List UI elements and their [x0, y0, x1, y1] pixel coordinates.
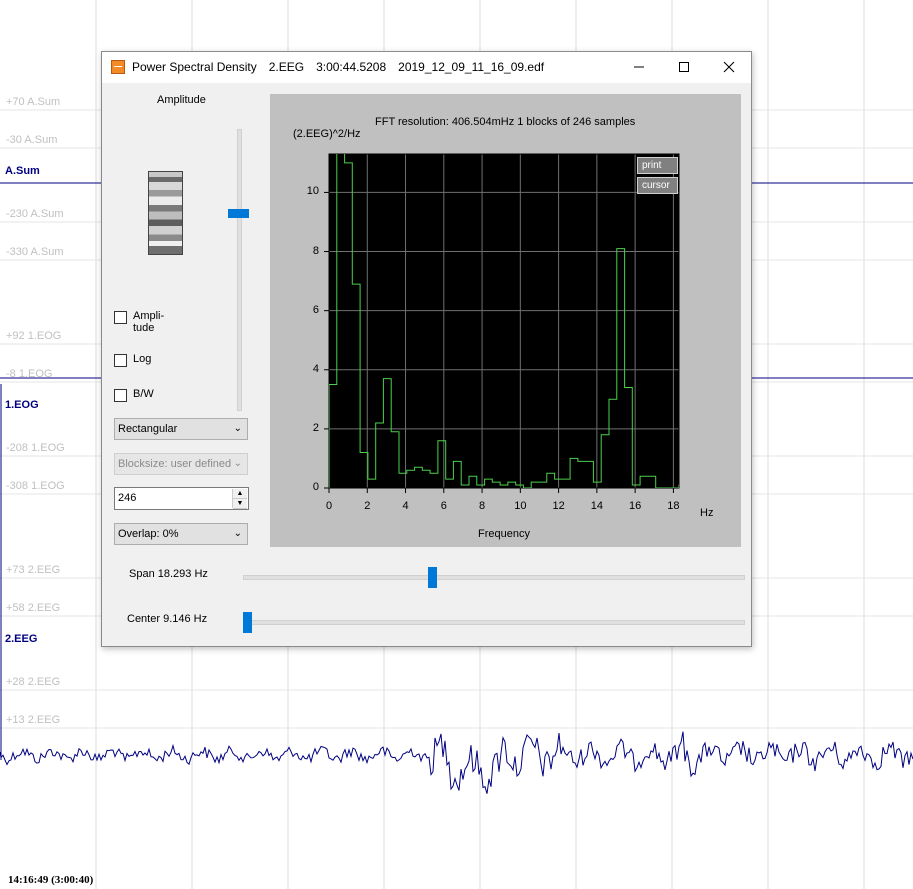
amplitude-slider-track[interactable] — [237, 129, 242, 411]
minimize-icon — [633, 66, 644, 68]
plot-area — [329, 154, 679, 488]
chevron-down-icon: ⌄ — [233, 458, 242, 469]
channel-scale-label: -8 1.EOG — [6, 368, 53, 380]
title-time: 3:00:44.5208 — [316, 60, 387, 74]
window-function-select[interactable]: Rectangular ⌄ — [114, 418, 248, 440]
spin-buttons[interactable]: ▲ ▼ — [232, 489, 247, 509]
x-tick-label: 18 — [667, 500, 680, 512]
window-title: Power Spectral Density 2.EEG 3:00:44.5208 2… — [132, 60, 556, 74]
y-tick-label: 8 — [312, 244, 319, 257]
x-tick-label: 10 — [514, 500, 527, 512]
channel-scale-label: +13 2.EEG — [6, 714, 61, 726]
amplitude-checkbox-row[interactable]: Ampli- tude — [114, 310, 164, 334]
span-label: Span 18.293 Hz — [129, 568, 208, 580]
overlap-value: Overlap: 0% — [118, 528, 179, 540]
channel-scale-label: +73 2.EEG — [6, 564, 61, 576]
x-tick-label: 8 — [479, 500, 486, 512]
channel-name: 2.EEG — [5, 633, 38, 645]
channel-name: 1.EOG — [5, 399, 39, 411]
print-button[interactable]: print — [637, 157, 678, 174]
x-tick-label: 2 — [364, 500, 371, 512]
blocksize-spinbox-value: 246 — [118, 492, 137, 504]
x-tick-label: 0 — [325, 500, 333, 512]
x-tick-label: 4 — [402, 500, 409, 512]
channel-scale-label: -330 A.Sum — [6, 246, 64, 258]
channel-scale-label: +58 2.EEG — [6, 602, 61, 614]
title-file: 2019_12_09_11_16_09.edf — [398, 60, 545, 74]
psd-window: Power Spectral Density 2.EEG 3:00:44.5208 2… — [101, 51, 752, 647]
channel-scale-label: +28 2.EEG — [6, 676, 61, 688]
channel-scale-label: +70 A.Sum — [6, 96, 61, 108]
channel-name: A.Sum — [5, 165, 40, 177]
log-checkbox-label: Log — [133, 353, 152, 365]
chevron-down-icon: ⌄ — [233, 528, 242, 539]
y-tick-label: 0 — [312, 481, 319, 493]
channel-scale-label: -308 1.EOG — [6, 480, 65, 492]
y-tick-label: 4 — [312, 362, 319, 375]
maximize-button[interactable] — [661, 52, 706, 82]
close-icon — [723, 61, 734, 73]
y-tick-label: 10 — [306, 185, 319, 198]
x-tick-label: 16 — [629, 500, 642, 512]
amplitude-checkbox-label: Ampli- tude — [133, 310, 165, 334]
amplitude-checkbox[interactable] — [114, 311, 127, 324]
center-slider-thumb[interactable] — [243, 612, 252, 633]
title-bar[interactable]: Power Spectral Density 2.EEG 3:00:44.5208 2… — [102, 52, 751, 83]
spin-up-icon[interactable]: ▲ — [233, 489, 247, 499]
channel-scale-label: -30 A.Sum — [6, 134, 58, 146]
psd-plot-panel: FFT resolution: 406.504mHz 1 blocks of 2… — [270, 94, 741, 547]
blocksize-value: Blocksize: user defined — [118, 458, 232, 470]
y-tick-label: 6 — [312, 303, 319, 316]
app-icon — [111, 60, 125, 74]
span-slider-thumb[interactable] — [428, 567, 437, 588]
blocksize-spinbox[interactable]: 246 ▲ ▼ — [114, 487, 249, 510]
y-tick-label: 2 — [312, 421, 319, 434]
title-channel: 2.EEG — [268, 60, 305, 74]
window-function-value: Rectangular — [118, 423, 178, 435]
amplitude-graphic — [148, 171, 183, 255]
eeg-trace — [0, 731, 913, 794]
close-button[interactable] — [706, 52, 751, 82]
bw-checkbox[interactable] — [114, 389, 127, 402]
x-axis-label: Frequency — [478, 528, 530, 540]
channel-scale-label: +92 1.EOG — [6, 330, 62, 342]
blocksize-select: Blocksize: user defined ⌄ — [114, 453, 248, 475]
bw-checkbox-label: B/W — [133, 388, 154, 400]
spin-down-icon[interactable]: ▼ — [233, 499, 247, 509]
channel-scale-label: -230 A.Sum — [6, 208, 64, 220]
amplitude-label: Amplitude — [157, 94, 206, 106]
chevron-down-icon: ⌄ — [233, 423, 242, 434]
log-checkbox[interactable] — [114, 354, 127, 367]
maximize-icon — [678, 62, 689, 72]
center-label: Center 9.146 Hz — [127, 613, 208, 625]
center-slider-track[interactable] — [243, 620, 745, 625]
minimize-button[interactable] — [616, 52, 661, 82]
amplitude-slider-thumb[interactable] — [228, 209, 249, 218]
x-tick-label: 6 — [440, 500, 447, 512]
bw-checkbox-row[interactable]: B/W — [114, 388, 154, 402]
timestamp: 14:16:49 (3:00:40) — [8, 874, 94, 886]
overlap-select[interactable]: Overlap: 0% ⌄ — [114, 523, 248, 545]
x-axis-unit: Hz — [700, 507, 714, 519]
x-tick-label: 12 — [552, 500, 565, 512]
title-name: Power Spectral Density — [132, 60, 257, 74]
cursor-button[interactable]: cursor — [637, 177, 678, 194]
channel-scale-label: -208 1.EOG — [6, 442, 65, 454]
log-checkbox-row[interactable]: Log — [114, 353, 151, 367]
span-slider-track[interactable] — [243, 575, 745, 580]
x-tick-label: 14 — [590, 500, 603, 512]
